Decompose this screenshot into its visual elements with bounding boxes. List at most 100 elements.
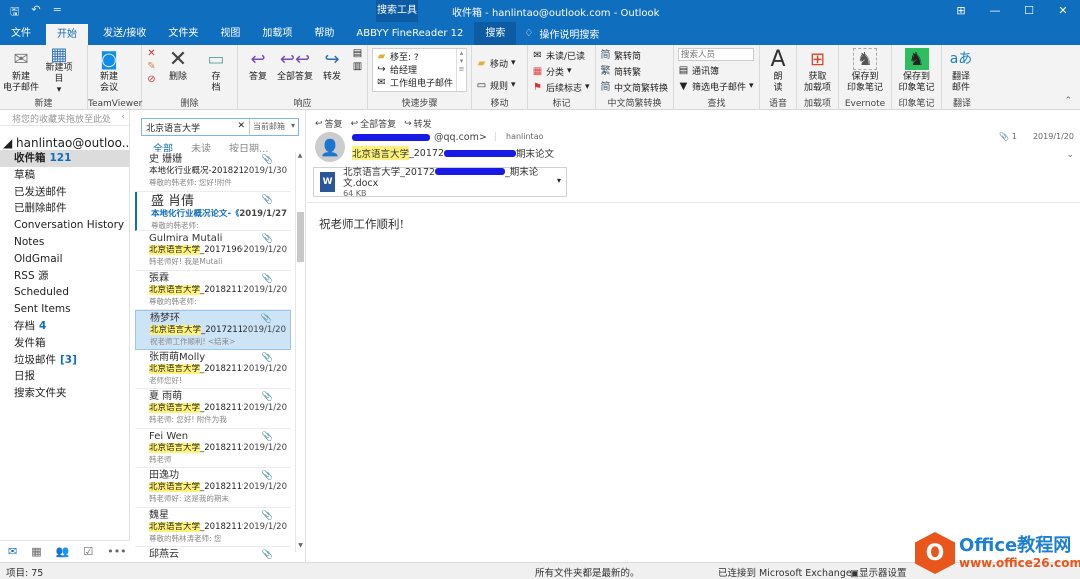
minimize-button[interactable]: — — [978, 0, 1012, 22]
folder-item[interactable]: RSS 源 — [0, 268, 129, 285]
tab-view[interactable]: 视图 — [209, 22, 251, 45]
translate-mail-button[interactable]: aあ 翻译 邮件 — [946, 48, 976, 96]
search-input[interactable]: 北京语言大学 ✕ — [142, 119, 250, 135]
save-icon[interactable]: 🖫 — [10, 3, 19, 22]
trad-to-simp-button[interactable]: 简繁转简 — [600, 48, 668, 62]
filter-all[interactable]: 全部 — [153, 140, 173, 152]
address-book-button[interactable]: ▤ 通讯簿 — [678, 63, 754, 77]
folder-item[interactable]: Notes — [0, 234, 129, 251]
folder-item[interactable]: 已发送邮件 — [0, 184, 129, 201]
move-button[interactable]: ▰ 移动 ▾ — [476, 56, 516, 70]
new-items-button[interactable]: ▦ 新建项目 ▾ — [42, 46, 76, 96]
sender[interactable]: @qq.com> — [352, 132, 487, 143]
scroll-down-icon[interactable]: ▼ — [296, 542, 305, 552]
mail-icon[interactable]: ✉ — [8, 545, 17, 558]
message-item[interactable]: 田逸功北京语言大学_201821198...2019/1/20韩老师好: 这是我… — [135, 468, 291, 508]
quick-step-manager[interactable]: ↪ 给经理 — [376, 63, 463, 76]
ignore-icon[interactable]: ✕ — [146, 48, 157, 59]
close-button[interactable]: ✕ — [1046, 0, 1080, 22]
delete-button[interactable]: ✕ 删除 — [161, 48, 195, 96]
message-item[interactable]: Gulmira Mutali北京语言大学_201719600...2019/1/… — [135, 231, 291, 271]
message-item[interactable]: Fei Wen北京语言大学_201821198...2019/1/20韩老师📎 — [135, 429, 291, 468]
clear-search-icon[interactable]: ✕ — [237, 121, 245, 133]
save-yinxiang-button[interactable]: ♞ 保存到 印象笔记 — [896, 48, 937, 96]
categorize-button[interactable]: ▦ 分类 ▾ — [532, 64, 590, 78]
junk-icon[interactable]: ⊘ — [146, 74, 157, 85]
meeting-icon[interactable]: ▤ — [352, 48, 363, 59]
reader-forward-button[interactable]: ↪ 转发 — [404, 117, 432, 131]
cleanup-icon[interactable]: ✎ — [146, 61, 157, 72]
quick-step-move[interactable]: ▰ 移至: ? — [376, 50, 463, 63]
folder-item[interactable]: 搜索文件夹 — [0, 385, 129, 402]
people-icon[interactable]: 👥 — [56, 545, 70, 558]
folder-item[interactable]: Sent Items — [0, 301, 129, 318]
folder-item[interactable]: 垃圾邮件 [3] — [0, 352, 129, 369]
more-icon[interactable]: ••• — [107, 545, 126, 558]
quick-step-team[interactable]: ✉ 工作组电子邮件 — [376, 76, 463, 89]
filter-email-button[interactable]: ▼ 筛选电子邮件 ▾ — [678, 79, 754, 93]
collapse-ribbon-icon[interactable]: ⌃ — [1064, 96, 1072, 106]
filter-unread[interactable]: 未读 — [191, 140, 211, 152]
tasks-icon[interactable]: ☑ — [83, 545, 93, 558]
new-email-button[interactable]: ✉ 新建 电子邮件 — [3, 48, 39, 96]
folder-item[interactable]: 存档 4 — [0, 318, 129, 335]
message-item[interactable]: 夏 雨萌北京语言大学_201821198...2019/1/20韩老师: 您好!… — [135, 389, 291, 429]
get-addins-button[interactable]: ⊞ 获取 加载项 — [801, 48, 834, 96]
undo-icon[interactable]: ↶ — [31, 3, 40, 22]
tab-abbyy[interactable]: ABBYY FineReader 12 — [345, 22, 474, 45]
save-evernote-button[interactable]: ♞ 保存到 印象笔记 — [843, 48, 887, 96]
message-item[interactable]: 盛 肖倩本地化行业概况论文-《机...2019/1/27尊敬的韩老师:📎 — [135, 191, 291, 231]
chinese-conversion-button[interactable]: 简中文简繁转换 — [600, 80, 669, 94]
read-aloud-button[interactable]: A朗 读 — [764, 48, 792, 96]
forward-button[interactable]: ↪ 转发 — [316, 48, 348, 96]
message-item[interactable]: 史 姗姗本地化行业概况-2018211...2019/1/30尊敬的韩老师: 您… — [135, 152, 291, 192]
folder-item[interactable]: 收件箱 121 — [0, 150, 129, 167]
folder-item[interactable]: 日报 — [0, 368, 129, 385]
attachment-menu-icon[interactable]: ▾ — [557, 176, 561, 185]
search-people-input[interactable] — [678, 48, 754, 61]
folder-item[interactable]: Scheduled — [0, 284, 129, 301]
ribbon-display-icon[interactable]: ⊞ — [944, 0, 978, 22]
follow-up-button[interactable]: ⚑ 后续标志 ▾ — [532, 80, 590, 94]
gallery-scroll[interactable]: ▴ ▾ ≡ — [456, 49, 466, 91]
tab-search[interactable]: 搜索 — [474, 22, 517, 45]
message-item[interactable]: 张雨萌Molly北京语言大学_201821198...2019/1/20老师您好… — [135, 350, 291, 389]
scroll-up-icon[interactable]: ▲ — [296, 152, 304, 162]
folder-item[interactable]: 已删除邮件 — [0, 200, 129, 217]
reply-button[interactable]: ↩ 答复 — [242, 48, 274, 96]
collapse-pane-icon[interactable]: ‹ — [121, 112, 125, 122]
expand-header-icon[interactable]: ⌄ — [1066, 150, 1074, 160]
scroll-thumb[interactable] — [297, 212, 304, 262]
tab-home[interactable]: 开始 — [46, 24, 88, 45]
reader-reply-button[interactable]: ↩ 答复 — [315, 117, 343, 131]
recipient[interactable]: hanlintao — [495, 132, 544, 141]
message-list-scrollbar[interactable]: ▲ ▼ — [295, 152, 304, 552]
message-item[interactable]: 張霖北京语言大学_201821198...2019/1/20尊敬的韩老师:📎 — [135, 271, 291, 310]
attachment-card[interactable]: W 北京语言大学_20172 _期末论文.docx 64 KB ▾ — [313, 167, 567, 198]
archive-button[interactable]: ▭ 存 档 — [199, 48, 233, 96]
tab-file[interactable]: 文件 — [0, 22, 42, 45]
message-item[interactable]: 杨梦环北京语言大学_201721198...2019/1/20祝老师工作顺利! … — [135, 310, 291, 350]
rules-button[interactable]: ▭ 规则 ▾ — [476, 78, 516, 92]
new-meeting-button[interactable]: ◙ 新建 会议 — [92, 48, 126, 96]
maximize-button[interactable]: ☐ — [1012, 0, 1046, 22]
favorites-drop-zone[interactable]: 将您的收藏夹拖放至此处 ‹ — [0, 110, 129, 126]
tell-me-search[interactable]: ♢ 操作说明搜索 — [524, 22, 599, 45]
read-unread-button[interactable]: ✉ 未读/已读 — [532, 48, 590, 62]
folder-item[interactable]: 发件箱 — [0, 335, 129, 352]
filter-by-date[interactable]: 按日期... — [229, 140, 269, 152]
calendar-icon[interactable]: ▦ — [31, 545, 41, 558]
tab-help[interactable]: 帮助 — [303, 22, 345, 45]
reader-reply-all-button[interactable]: ↩ 全部答复 — [351, 117, 397, 131]
folder-item[interactable]: OldGmail — [0, 251, 129, 268]
more-respond-icon[interactable]: ▥ — [352, 61, 363, 72]
folder-item[interactable]: 草稿 — [0, 167, 129, 184]
message-item[interactable]: 魏星北京语言大学_201821198...2019/1/20尊敬的韩林涛老师: … — [135, 508, 291, 547]
tab-folder[interactable]: 文件夹 — [157, 22, 209, 45]
display-settings-button[interactable]: ▣显示器设置 — [850, 565, 907, 579]
tab-send-receive[interactable]: 发送/接收 — [92, 22, 157, 45]
tab-addins[interactable]: 加载项 — [251, 22, 303, 45]
account-header[interactable]: ◢ hanlintao@outloo... — [0, 126, 129, 150]
simp-to-trad-button[interactable]: 繁简转繁 — [600, 64, 668, 78]
search-scope-dropdown[interactable]: 当前邮箱 ▾ — [250, 119, 298, 135]
